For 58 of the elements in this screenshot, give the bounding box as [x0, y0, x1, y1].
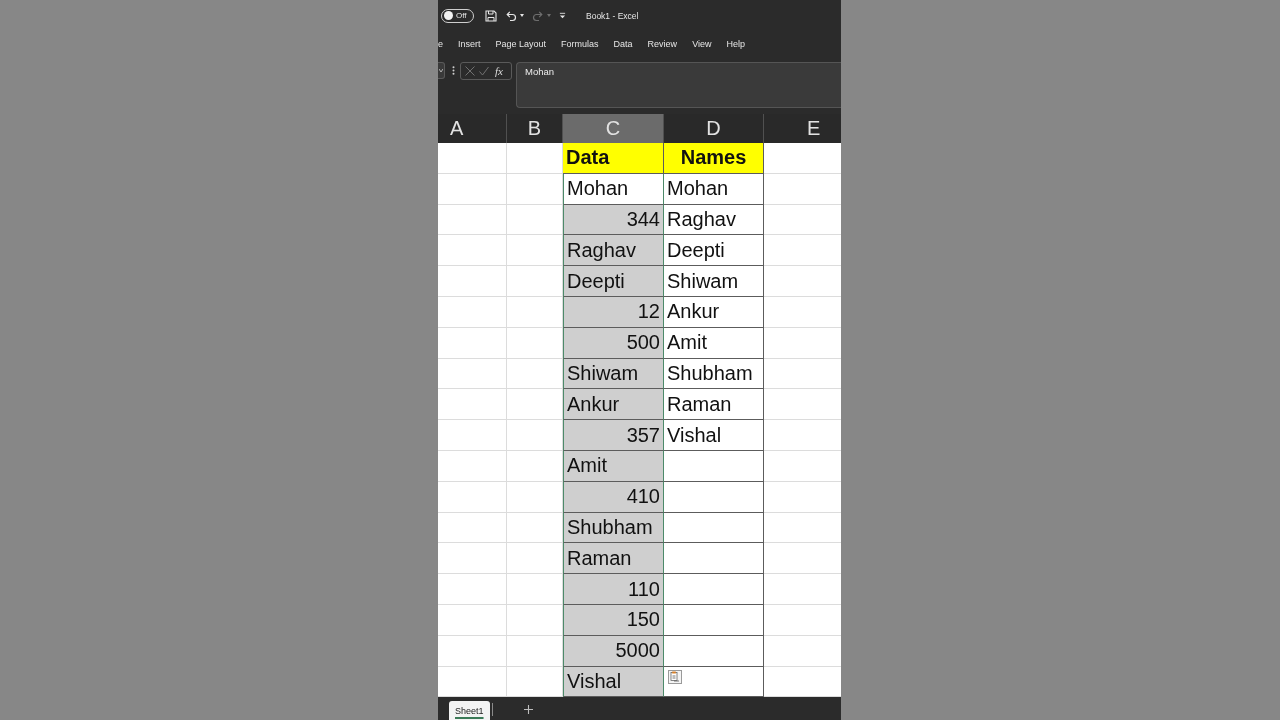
vertical-dots-icon[interactable]	[452, 66, 455, 75]
table-cell: Amit	[664, 327, 764, 359]
number-cell: 410	[563, 481, 664, 513]
number-cell: 12	[563, 297, 664, 328]
table-cell: Amit	[563, 450, 664, 482]
undo-icon	[505, 9, 517, 22]
ribbon-tab[interactable]: Data	[613, 38, 633, 51]
ribbon-tab[interactable]: Review	[647, 38, 678, 51]
clipboard-icon[interactable]	[668, 669, 682, 684]
table-cell: Shiwam	[563, 358, 664, 390]
save-button[interactable]	[483, 9, 499, 22]
table-cell: Deepti	[664, 235, 764, 267]
undo-button[interactable]	[503, 9, 526, 22]
plus-icon	[523, 705, 533, 714]
column-header[interactable]: E	[764, 114, 841, 143]
ribbon-tab[interactable]: e	[438, 38, 443, 51]
column-header[interactable]: C	[563, 114, 664, 143]
number-cell: 357	[563, 420, 664, 451]
table-cell: Raghav	[563, 235, 664, 267]
ribbon-tab[interactable]: Help	[726, 38, 745, 51]
bar-caret-icon	[559, 12, 566, 19]
table-cell: Raman	[563, 543, 664, 575]
caret-icon	[439, 69, 443, 72]
number-cell: 344	[563, 204, 664, 236]
ribbon-tab[interactable]: View	[692, 38, 712, 51]
table-cell: Shubham	[664, 358, 764, 390]
table-cell: Raghav	[664, 204, 764, 236]
name-box-field[interactable]	[438, 62, 445, 79]
formula-input-field[interactable]: Mohan	[516, 62, 841, 108]
table-cell: Ankur	[664, 297, 764, 328]
table-cell: Vishal	[563, 666, 664, 698]
table-cell: Shubham	[563, 512, 664, 544]
redo-icon	[532, 9, 544, 22]
ribbon-tab[interactable]: Formulas	[561, 38, 599, 51]
table-cell: Mohan	[563, 173, 664, 205]
table-cell: Deepti	[563, 266, 664, 297]
floppy-disk-icon	[485, 9, 497, 22]
window-title: Book1 - Excel	[586, 10, 639, 21]
number-cell: 150	[563, 604, 664, 636]
table-cell: Vishal	[664, 420, 764, 451]
sheet-tab[interactable]: Sheet1	[449, 701, 490, 720]
insert-function-button[interactable]: fx	[495, 65, 503, 77]
number-cell: 500	[563, 327, 664, 359]
table-header-cell: Names	[664, 143, 764, 174]
table-cell: Raman	[664, 389, 764, 421]
toggle-knob-icon	[444, 11, 453, 20]
add-sheet-button[interactable]	[523, 705, 533, 714]
ribbon-tab[interactable]: Page Layout	[495, 38, 547, 51]
table-header-cell: Data	[563, 143, 664, 174]
caret-icon	[520, 14, 524, 17]
customize-button[interactable]	[557, 12, 568, 19]
ribbon-tab[interactable]: Insert	[458, 38, 481, 51]
number-cell: 5000	[563, 635, 664, 667]
table-cell: Shiwam	[664, 266, 764, 297]
table-cell: Mohan	[664, 173, 764, 205]
number-cell: 110	[563, 574, 664, 605]
table-cell: Ankur	[563, 389, 664, 421]
caret-icon	[547, 14, 551, 17]
